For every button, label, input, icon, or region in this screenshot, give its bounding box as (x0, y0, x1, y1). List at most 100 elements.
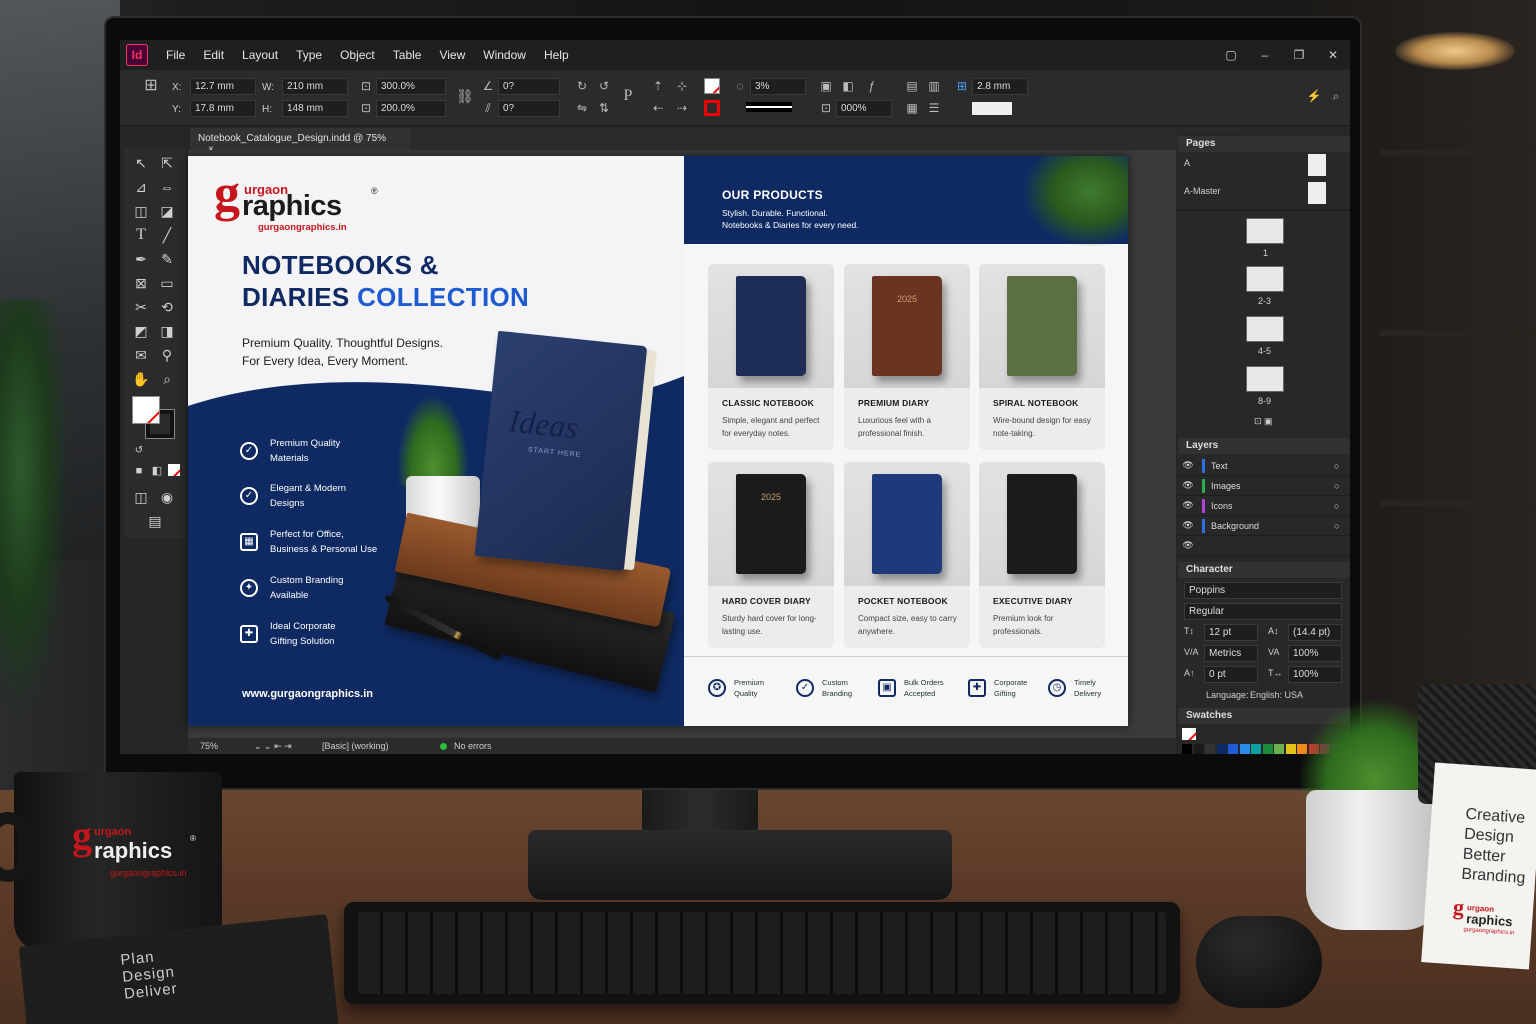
select-next-icon[interactable]: ⇢ (674, 100, 690, 116)
reference-point-icon[interactable]: ⊞ (140, 78, 162, 100)
pencil-tool-icon[interactable]: ✎ (156, 248, 178, 270)
content-collector-icon[interactable]: ◫ (130, 200, 152, 222)
h-field[interactable] (282, 100, 348, 117)
frame-fitting-icon[interactable]: ▦ (904, 100, 920, 116)
type-tool-icon[interactable]: T (130, 224, 152, 246)
page-thumb-4-5[interactable] (1246, 316, 1284, 342)
scale-x-field[interactable] (376, 78, 446, 95)
menu-type[interactable]: Type (296, 48, 322, 62)
gap-field[interactable] (972, 78, 1028, 95)
product-card[interactable]: POCKET NOTEBOOK Compact size, easy to car… (844, 462, 970, 648)
preview-view-icon[interactable]: ◉ (156, 486, 178, 508)
apply-gradient-icon[interactable]: ◧ (146, 460, 168, 482)
page-thumb-8-9[interactable] (1246, 366, 1284, 392)
zoom-level[interactable]: 75% (200, 741, 218, 751)
rectangle-tool-icon[interactable]: ▭ (156, 272, 178, 294)
layers-panel-header[interactable]: Layers (1178, 438, 1350, 454)
color-swatch[interactable] (1239, 744, 1250, 754)
menu-edit[interactable]: Edit (203, 48, 224, 62)
color-swatch[interactable] (1193, 744, 1204, 754)
paragraph-p-icon[interactable]: P (620, 88, 636, 104)
layer-target-icon[interactable]: ○ (1334, 481, 1350, 491)
restore-icon[interactable]: ❐ (1282, 48, 1316, 62)
rotate-cw-icon[interactable]: ↻ (574, 78, 590, 94)
eye-icon[interactable]: 👁 (1178, 520, 1198, 531)
rotate-ccw-icon[interactable]: ↺ (596, 78, 612, 94)
flip-horizontal-icon[interactable]: ⇋ (574, 100, 590, 116)
fx-icon[interactable]: ƒ (864, 78, 880, 94)
color-swatch[interactable] (1205, 744, 1215, 754)
color-swatch[interactable] (1274, 744, 1284, 754)
none-master-thumb[interactable] (1308, 154, 1326, 176)
color-preview-box[interactable] (972, 102, 1012, 115)
product-card[interactable]: EXECUTIVE DIARY Premium look for professi… (979, 462, 1105, 648)
page-thumb-2-3[interactable] (1246, 266, 1284, 292)
menu-help[interactable]: Help (544, 48, 569, 62)
a-master-thumb[interactable] (1308, 182, 1326, 204)
free-transform-tool-icon[interactable]: ⟲ (156, 296, 178, 318)
y-field[interactable] (190, 100, 256, 117)
scissors-tool-icon[interactable]: ✂ (130, 296, 152, 318)
layer-target-icon[interactable]: ○ (1334, 461, 1350, 471)
menu-file[interactable]: File (166, 48, 185, 62)
menu-window[interactable]: Window (483, 48, 526, 62)
font-size-field[interactable] (1204, 624, 1258, 641)
scale-y-field[interactable] (376, 100, 446, 117)
w-field[interactable] (282, 78, 348, 95)
gradient-feather-tool-icon[interactable]: ◨ (156, 320, 178, 342)
eyedropper-tool-icon[interactable]: ⚲ (156, 344, 178, 366)
document-tab[interactable]: Notebook_Catalogue_Design.indd @ 75% × (190, 128, 410, 155)
product-card[interactable]: 2025 PREMIUM DIARY Luxurious feel with a p… (844, 264, 970, 450)
product-card[interactable]: 2025 HARD COVER DIARY Sturdy hard cover fo… (708, 462, 834, 648)
drop-shadow-icon[interactable]: ▣ (818, 78, 834, 94)
eye-icon[interactable]: 👁 (1178, 460, 1198, 471)
flip-vertical-icon[interactable]: ⇅ (596, 100, 612, 116)
apply-none-icon[interactable] (168, 464, 180, 476)
select-container-icon[interactable]: ⇡ (650, 78, 666, 94)
character-panel-header[interactable]: Character (1178, 562, 1350, 578)
color-swatch[interactable] (1228, 744, 1238, 754)
gradient-tool-icon[interactable]: ◩ (130, 320, 152, 342)
eye-icon[interactable]: 👁 (1178, 540, 1198, 551)
preflight-profile[interactable]: [Basic] (working) (322, 741, 389, 751)
color-swatch[interactable] (1182, 744, 1192, 754)
language-value[interactable]: English: USA (1250, 690, 1303, 700)
page-nav-icons[interactable]: ⌄ ⌄ ⇤ ⇥ (254, 741, 292, 752)
gap-tool-icon[interactable]: ⊞ (954, 78, 970, 94)
stroke-style-preview[interactable] (746, 102, 792, 112)
rectangle-frame-tool-icon[interactable]: ⊠ (130, 272, 152, 294)
product-card[interactable]: CLASSIC NOTEBOOK Simple, elegant and perf… (708, 264, 834, 450)
stroke-swatch-icon[interactable] (704, 100, 720, 116)
selection-tool-icon[interactable]: ↖ (130, 152, 152, 174)
search-icon[interactable]: ⌕ (1328, 88, 1344, 104)
color-swatch[interactable] (1216, 744, 1227, 754)
quick-apply-icon[interactable]: ⚡ (1306, 88, 1322, 104)
baseline-shift-field[interactable] (1204, 666, 1258, 683)
note-tool-icon[interactable]: ✉ (130, 344, 152, 366)
text-wrap-icon[interactable]: ▤ (904, 78, 920, 94)
arrange-icon[interactable]: ▢ (1214, 48, 1248, 62)
menu-layout[interactable]: Layout (242, 48, 278, 62)
hand-tool-icon[interactable]: ✋ (130, 368, 152, 390)
color-swatch[interactable] (1262, 744, 1273, 754)
pages-panel-header[interactable]: Pages (1178, 136, 1350, 152)
align-icon[interactable]: ▥ (926, 78, 942, 94)
select-content-icon[interactable]: ⊹ (674, 78, 690, 94)
kerning-field[interactable] (1204, 645, 1258, 662)
preflight-errors[interactable]: No errors (454, 741, 492, 751)
layer-row[interactable]: 👁 Background ○ (1178, 516, 1350, 536)
tracking-field[interactable] (1288, 645, 1342, 662)
layer-row[interactable]: 👁 Images ○ (1178, 476, 1350, 496)
direct-selection-tool-icon[interactable]: ⇱ (156, 152, 178, 174)
screen-mode-icon[interactable]: ▤ (144, 510, 166, 532)
fill-swatch-icon[interactable] (704, 78, 720, 94)
a-master-label[interactable]: A-Master (1184, 186, 1221, 196)
page-thumb-1[interactable] (1246, 218, 1284, 244)
x-field[interactable] (190, 78, 256, 95)
font-style-field[interactable] (1184, 603, 1342, 620)
line-tool-icon[interactable]: ╱ (156, 224, 178, 246)
normal-view-icon[interactable]: ◫ (130, 486, 152, 508)
right-page[interactable]: OUR PRODUCTS Stylish. Durable. Functiona… (684, 156, 1128, 726)
layer-target-icon[interactable]: ○ (1334, 501, 1350, 511)
menu-table[interactable]: Table (393, 48, 422, 62)
